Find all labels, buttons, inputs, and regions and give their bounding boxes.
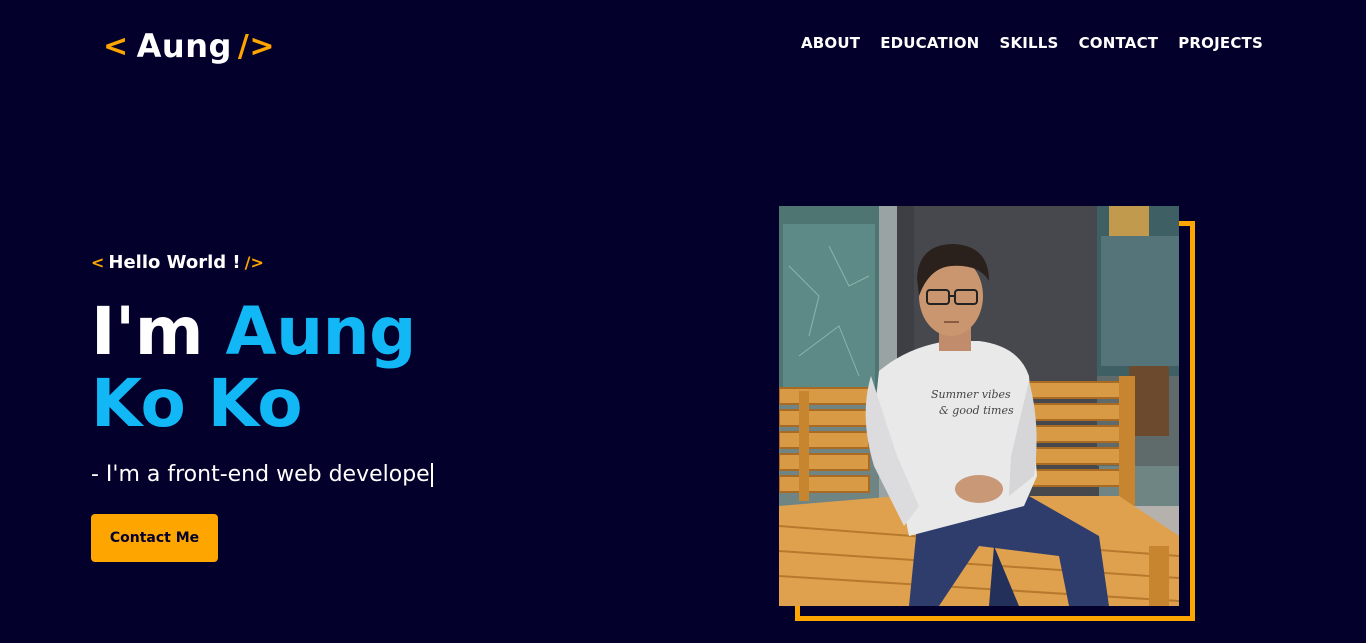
page: < Aung /> ABOUT EDUCATION SKILLS CONTACT… (0, 0, 1366, 643)
hero-headline: I'm Aung Ko Ko (91, 296, 511, 440)
hero-greeting: < Hello World ! /> (91, 252, 264, 273)
nav-item-projects[interactable]: PROJECTS (1178, 34, 1263, 52)
greeting-text: Hello World ! (108, 252, 241, 273)
hero-tagline: - I'm a front-end web develope (91, 462, 433, 487)
greeting-open-bracket: < (91, 253, 105, 272)
site-logo[interactable]: < Aung /> (103, 24, 275, 68)
nav-item-skills[interactable]: SKILLS (999, 34, 1058, 52)
logo-name: Aung (136, 27, 232, 65)
logo-open-bracket: < (103, 28, 129, 64)
shirt-text-2: & good times (939, 404, 1014, 417)
greeting-close-bracket: /> (244, 253, 264, 272)
typing-cursor (430, 462, 433, 487)
nav-item-about[interactable]: ABOUT (801, 34, 860, 52)
nav-item-education[interactable]: EDUCATION (880, 34, 979, 52)
logo-close-bracket: /> (237, 28, 275, 64)
shirt-text-1: Summer vibes (931, 388, 1011, 401)
headline-im: I'm (91, 293, 204, 370)
headline-name-last: Ko Ko (91, 365, 303, 442)
tagline-text: - I'm a front-end web develope (91, 462, 430, 487)
main-nav: ABOUT EDUCATION SKILLS CONTACT PROJECTS (801, 34, 1263, 52)
nav-item-contact[interactable]: CONTACT (1079, 34, 1159, 52)
profile-photo: Summer vibes & good times (779, 206, 1179, 606)
contact-me-button[interactable]: Contact Me (91, 514, 218, 562)
headline-name-first: Aung (225, 293, 417, 370)
